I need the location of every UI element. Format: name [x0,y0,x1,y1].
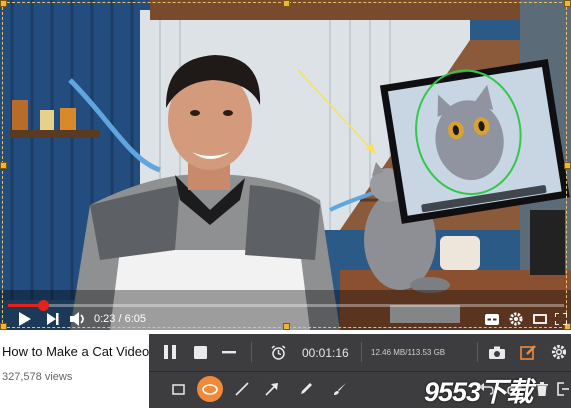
settings-gear-icon[interactable] [508,311,524,327]
play-icon[interactable] [16,311,34,327]
progress-bar[interactable] [8,300,564,311]
video-frame [0,0,571,330]
alarm-clock-icon[interactable] [269,343,287,361]
video-title[interactable]: How to Make a Cat Video [2,344,149,359]
stop-icon[interactable] [191,343,209,361]
view-count: 327,578 views [2,371,73,383]
trash-icon[interactable] [533,380,551,398]
resize-handle-bottom[interactable] [283,323,290,330]
pause-icon[interactable] [161,343,179,361]
resize-handle-left[interactable] [0,162,7,169]
site-watermark: 9553下载 [424,377,533,407]
pen-tool-icon[interactable] [297,380,315,398]
recorder-control-row: 00:01:16 12.46 MB/113.53 GB [149,334,571,372]
captions-icon[interactable] [484,312,500,326]
camera-icon[interactable] [487,343,507,361]
exit-annotation-icon[interactable] [555,380,571,398]
resize-handle-top-left[interactable] [0,0,7,7]
file-size: 12.46 MB/113.53 GB [371,348,446,357]
ellipse-tool-icon[interactable] [197,376,223,402]
volume-icon[interactable] [68,311,88,327]
time-display: 0:23 / 6:05 [94,313,146,325]
minimize-icon[interactable] [219,343,239,361]
resize-handle-top[interactable] [283,0,290,7]
toolbar-divider [361,342,362,362]
brush-tool-icon[interactable] [331,380,349,398]
resize-handle-bottom-left[interactable] [0,323,7,330]
video-player[interactable]: 0:23 / 6:05 [0,0,571,330]
fullscreen-icon[interactable] [554,312,568,326]
edit-icon[interactable] [517,341,539,363]
resize-handle-right[interactable] [564,162,571,169]
next-icon[interactable] [44,311,62,327]
rectangle-tool-icon[interactable] [169,380,187,398]
theater-mode-icon[interactable] [532,312,548,326]
resize-handle-top-right[interactable] [564,0,571,7]
arrow-tool-icon[interactable] [263,380,281,398]
progress-scrubber[interactable] [38,300,50,311]
line-tool-icon[interactable] [233,380,251,398]
elapsed-time: 00:01:16 [302,346,349,360]
toolbar-divider [477,342,478,362]
toolbar-divider [251,342,252,362]
settings-icon[interactable] [549,342,569,362]
